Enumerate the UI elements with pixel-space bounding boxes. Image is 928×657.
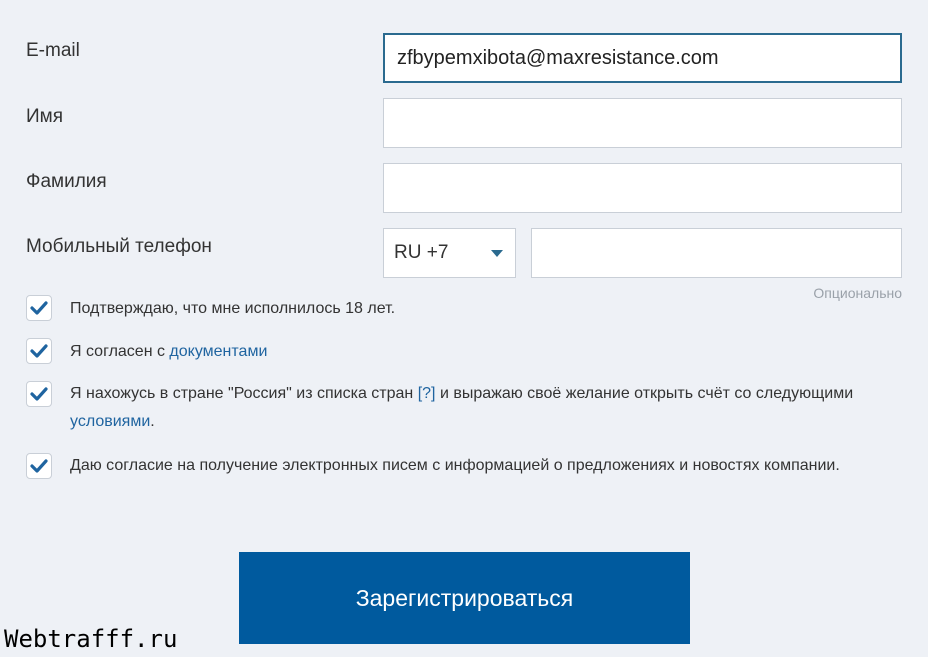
phone-label: Мобильный телефон (26, 236, 212, 257)
documents-consent-row: Я согласен с документами (26, 338, 886, 366)
country-code-select[interactable]: RU +7 (383, 228, 516, 278)
age-consent-text: Подтверждаю, что мне исполнилось 18 лет. (70, 300, 396, 317)
newsletter-consent-text: Даю согласие на получение электронных пи… (70, 457, 840, 474)
country-code-value: RU +7 (394, 242, 449, 263)
age-consent-checkbox[interactable] (26, 295, 52, 321)
country-consent-middle: и выражаю своё желание открыть счёт со с… (435, 385, 854, 402)
country-list-help-link[interactable]: [?] (418, 385, 436, 402)
country-consent-row: Я нахожусь в стране "Россия" из списка с… (26, 380, 886, 436)
checkmark-icon (30, 387, 48, 401)
chevron-down-icon (491, 250, 503, 257)
age-consent-row: Подтверждаю, что мне исполнилось 18 лет. (26, 295, 886, 323)
conditions-link[interactable]: условиями (70, 413, 150, 430)
documents-consent-text: Я согласен с документами (70, 338, 267, 366)
newsletter-consent-row: Даю согласие на получение электронных пи… (26, 452, 886, 480)
documents-link[interactable]: документами (169, 343, 267, 360)
country-consent-text: Я нахожусь в стране "Россия" из списка с… (70, 380, 870, 436)
country-consent-prefix: Я нахожусь в стране "Россия" из списка с… (70, 385, 418, 402)
documents-consent-checkbox[interactable] (26, 338, 52, 364)
newsletter-consent-checkbox[interactable] (26, 453, 52, 479)
country-consent-suffix: . (150, 413, 155, 430)
checkmark-icon (30, 344, 48, 358)
first-name-label: Имя (26, 106, 64, 127)
last-name-field[interactable] (383, 163, 902, 213)
first-name-field[interactable] (383, 98, 902, 148)
email-field[interactable] (383, 33, 902, 83)
register-button[interactable]: Зарегистрироваться (239, 552, 690, 644)
last-name-label: Фамилия (26, 171, 107, 192)
phone-field[interactable] (531, 228, 902, 278)
checkmark-icon (30, 459, 48, 473)
documents-consent-prefix: Я согласен с (70, 343, 170, 360)
watermark-text: Webtrafff.ru (4, 625, 178, 653)
checkmark-icon (30, 301, 48, 315)
email-label: E-mail (26, 40, 80, 61)
country-consent-checkbox[interactable] (26, 381, 52, 407)
